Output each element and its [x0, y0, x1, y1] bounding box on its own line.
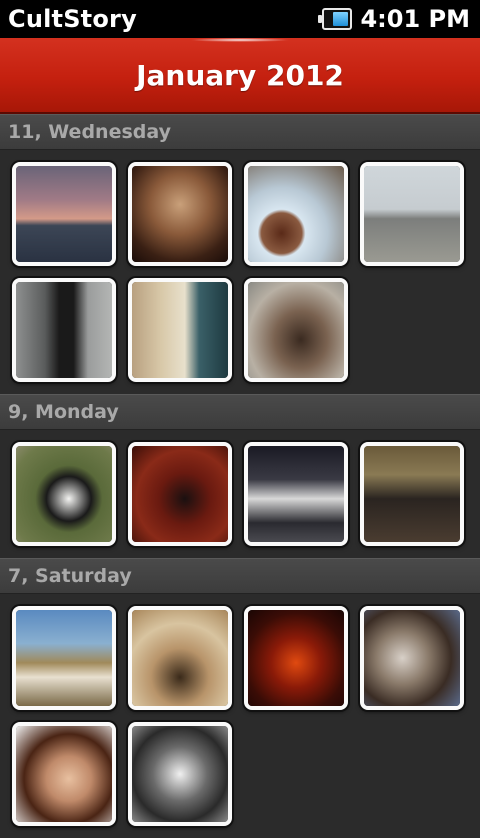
- photo-grid: [0, 430, 480, 558]
- photo-grid: [0, 150, 480, 394]
- dog-face-photo: [364, 610, 460, 706]
- coffee-cup-photo: [132, 610, 228, 706]
- day-header: 9, Monday: [0, 394, 480, 430]
- sunset-pier-photo: [16, 166, 112, 262]
- photo-thumbnail[interactable]: [12, 722, 116, 826]
- photo-thumbnail[interactable]: [128, 278, 232, 382]
- tea-cup-photo: [248, 166, 344, 262]
- glass-bottle-photo: [132, 282, 228, 378]
- photo-thumbnail[interactable]: [244, 162, 348, 266]
- photo-thumbnail[interactable]: [12, 162, 116, 266]
- photo-thumbnail[interactable]: [360, 162, 464, 266]
- photo-thumbnail[interactable]: [128, 162, 232, 266]
- wallet-table-photo: [132, 446, 228, 542]
- statue-face-photo: [132, 166, 228, 262]
- photo-thumbnail[interactable]: [12, 606, 116, 710]
- day-header: 7, Saturday: [0, 558, 480, 594]
- photo-thumbnail[interactable]: [244, 442, 348, 546]
- day-section: 7, Saturday: [0, 558, 480, 838]
- month-title: January 2012: [136, 58, 344, 92]
- day-section: 11, Wednesday: [0, 114, 480, 394]
- photo-thumbnail[interactable]: [244, 606, 348, 710]
- day-header: 11, Wednesday: [0, 114, 480, 150]
- rabbit-photo: [248, 282, 344, 378]
- clock: 4:01 PM: [360, 5, 470, 33]
- photo-thumbnail[interactable]: [128, 442, 232, 546]
- day-section: 9, Monday: [0, 394, 480, 558]
- night-taxi-photo: [248, 446, 344, 542]
- photo-thumbnail[interactable]: [12, 278, 116, 382]
- status-bar: CultStory 4:01 PM: [0, 0, 480, 38]
- person-back-photo: [16, 282, 112, 378]
- app-title: CultStory: [8, 5, 137, 33]
- puppy-bw-photo: [132, 726, 228, 822]
- photo-thumbnail[interactable]: [12, 442, 116, 546]
- status-icons: 4:01 PM: [318, 5, 470, 33]
- panda-photo: [16, 446, 112, 542]
- restaurant-people-photo: [364, 446, 460, 542]
- month-header: January 2012: [0, 38, 480, 114]
- photo-thumbnail[interactable]: [360, 606, 464, 710]
- photo-thumbnail[interactable]: [128, 722, 232, 826]
- airport-tarmac-photo: [364, 166, 460, 262]
- photo-thumbnail[interactable]: [244, 278, 348, 382]
- photo-thumbnail[interactable]: [360, 442, 464, 546]
- zebras-photo: [16, 610, 112, 706]
- photo-thumbnail[interactable]: [128, 606, 232, 710]
- tea-glass-photo: [248, 610, 344, 706]
- timeline: 11, Wednesday 9, Monday 7, Saturday: [0, 114, 480, 838]
- smiling-woman-photo: [16, 726, 112, 822]
- photo-grid: [0, 594, 480, 838]
- battery-icon: [318, 8, 353, 30]
- battery-level-fill: [333, 12, 349, 26]
